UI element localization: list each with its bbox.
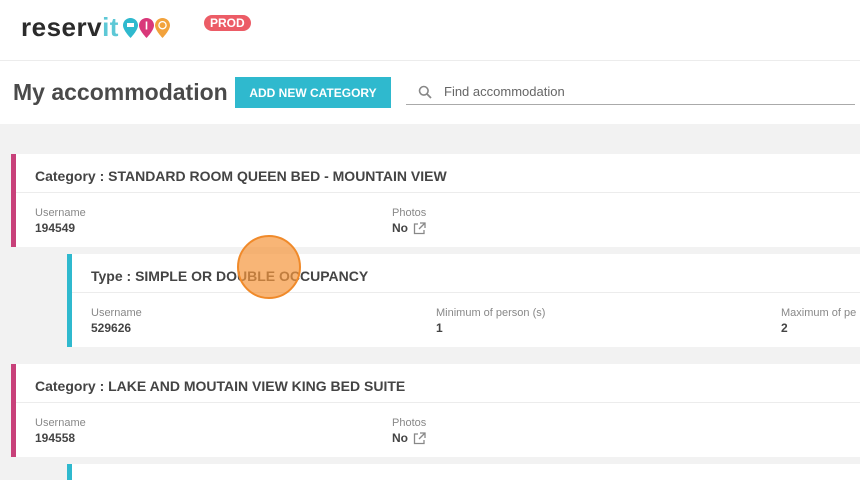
field-value: 194549: [35, 221, 76, 235]
search-input[interactable]: [444, 84, 824, 99]
external-link-icon[interactable]: [413, 221, 426, 235]
env-badge: PROD: [204, 15, 251, 31]
add-new-category-button[interactable]: ADD NEW CATEGORY: [235, 77, 391, 108]
field-label: Photos: [392, 417, 427, 429]
category-title: Category : LAKE AND MOUTAIN VIEW KING BE…: [35, 378, 406, 394]
divider: [72, 292, 860, 293]
page-title: My accommodation: [13, 79, 228, 105]
field-label: Minimum of person (s): [436, 307, 546, 319]
search-icon: [418, 85, 432, 99]
category-card[interactable]: Category : STANDARD ROOM QUEEN BED - MOU…: [11, 154, 860, 247]
username-field: Username 194549: [35, 207, 86, 235]
top-bar: reserv it PROD: [0, 0, 860, 60]
category-card[interactable]: Category : LAKE AND MOUTAIN VIEW KING BE…: [11, 364, 860, 457]
search-bar: [406, 79, 855, 105]
reservit-logo[interactable]: reserv it: [21, 12, 170, 43]
field-value: 2: [781, 321, 788, 335]
divider: [16, 402, 860, 403]
photos-field: Photos No: [392, 417, 426, 445]
cutlery-pin-icon: [138, 17, 154, 38]
max-persons-field: Maximum of pe 2: [781, 307, 856, 335]
photos-value[interactable]: No: [392, 431, 426, 445]
photos-value[interactable]: No: [392, 221, 426, 235]
bed-pin-icon: [122, 17, 138, 38]
divider: [16, 192, 860, 193]
external-link-icon[interactable]: [413, 431, 426, 445]
field-value: 1: [436, 321, 443, 335]
category-title: Category : STANDARD ROOM QUEEN BED - MOU…: [35, 168, 447, 184]
field-label: Maximum of pe: [781, 307, 857, 319]
min-persons-field: Minimum of person (s) 1: [436, 307, 545, 335]
logo-text-main: reserv: [21, 12, 103, 42]
clock-pin-icon: [154, 17, 170, 38]
field-label: Username: [35, 417, 86, 429]
field-label: Username: [35, 207, 86, 219]
field-value: 529626: [91, 321, 132, 335]
field-value: 194558: [35, 431, 76, 445]
field-label: Username: [91, 307, 142, 319]
type-card[interactable]: Type : SIMPLE OR DOUBLE OCCUPANCY Userna…: [67, 254, 860, 347]
type-title: Type : SIMPLE OR DOUBLE OCCUPANCY: [91, 268, 369, 284]
field-label: Photos: [392, 207, 427, 219]
page-header: My accommodation ADD NEW CATEGORY: [0, 60, 860, 124]
username-field: Username 194558: [35, 417, 86, 445]
type-card[interactable]: [67, 464, 860, 480]
logo-pins: [122, 17, 170, 38]
photos-value-text: No: [392, 221, 408, 235]
logo-text-accent: it: [102, 12, 119, 42]
username-field: Username 529626: [91, 307, 142, 335]
photos-value-text: No: [392, 431, 408, 445]
photos-field: Photos No: [392, 207, 426, 235]
